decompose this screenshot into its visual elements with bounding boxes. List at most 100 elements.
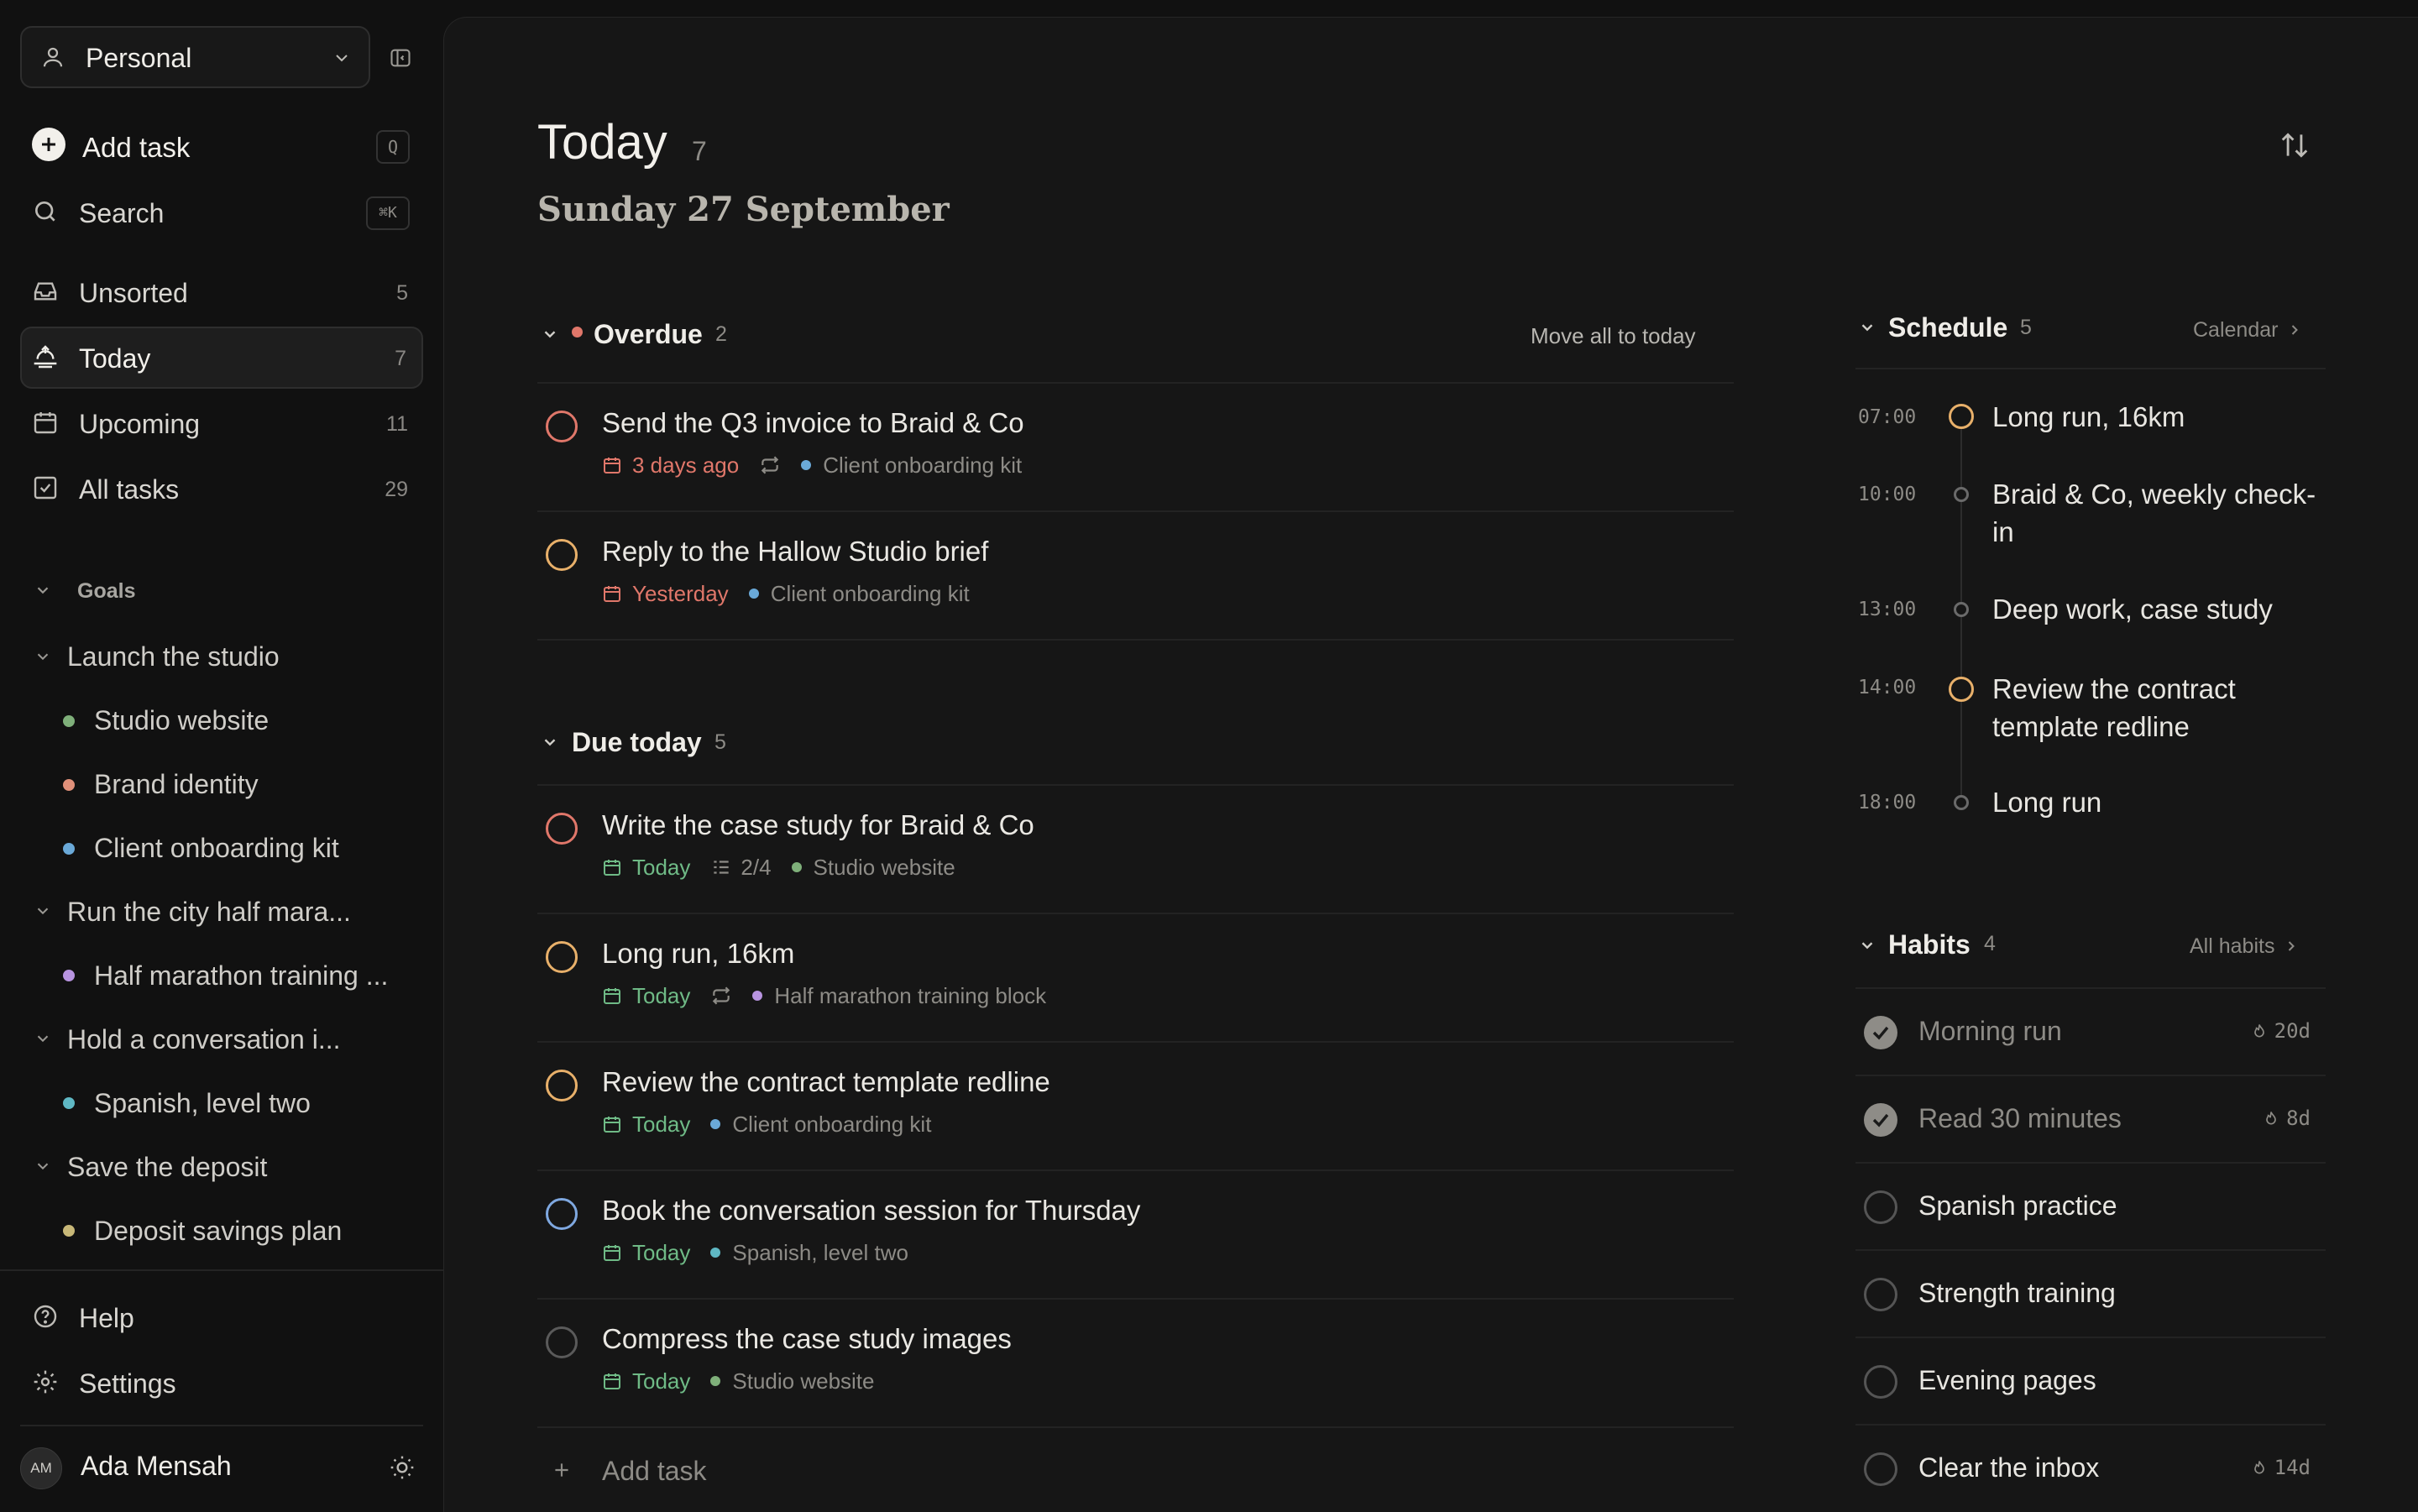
task-row[interactable]: Write the case study for Braid & Co Toda… [537, 784, 1734, 913]
due-date: 3 days ago [602, 453, 739, 479]
nav-today[interactable]: Today 7 [20, 327, 423, 389]
calendar-link[interactable]: Calendar [2193, 316, 2303, 344]
help-button[interactable]: Help [20, 1286, 423, 1348]
goal-half-marathon[interactable]: Run the city half mara... [67, 897, 351, 928]
schedule-item[interactable]: Braid & Co, weekly check-in [1992, 475, 2328, 551]
due-label: Today [632, 1368, 691, 1394]
chevron-down-icon[interactable] [1858, 318, 1876, 337]
habit-row[interactable]: Clear the inbox 14d [1855, 1424, 2326, 1511]
habit-checkbox[interactable] [1864, 1278, 1897, 1311]
sun-icon[interactable] [389, 1454, 416, 1481]
habit-row[interactable]: Strength training [1855, 1249, 2326, 1337]
project-color-dot [63, 843, 75, 855]
task-row[interactable]: Reply to the Hallow Studio brief Yesterd… [537, 510, 1734, 639]
task-meta: 3 days ago Client onboarding kit [602, 453, 1022, 478]
goal-save-deposit[interactable]: Save the deposit [67, 1152, 267, 1183]
schedule-task-node[interactable] [1949, 677, 1974, 702]
task-checkbox[interactable] [546, 539, 578, 571]
chevron-down-icon[interactable] [34, 1157, 52, 1175]
chevron-right-icon [2289, 941, 2295, 951]
due-label: Today [632, 1111, 691, 1137]
project-deposit-savings[interactable]: Deposit savings plan [94, 1216, 342, 1247]
habit-row[interactable]: Spanish practice [1855, 1162, 2326, 1249]
nav-upcoming[interactable]: Upcoming 11 [20, 392, 423, 454]
goal-conversation[interactable]: Hold a conversation i... [67, 1024, 341, 1055]
habit-checkbox[interactable] [1864, 1452, 1897, 1486]
task-checkbox[interactable] [546, 1070, 578, 1101]
task-row[interactable]: Book the conversation session for Thursd… [537, 1169, 1734, 1298]
schedule-item[interactable]: Deep work, case study [1992, 590, 2328, 628]
task-checkbox[interactable] [546, 1326, 578, 1358]
move-all-button[interactable]: Move all to today [1531, 323, 1696, 349]
habit-checkbox-checked[interactable] [1864, 1016, 1897, 1049]
schedule-item[interactable]: Long run [1992, 783, 2328, 821]
task-checkbox[interactable] [546, 1198, 578, 1230]
project-brand-identity[interactable]: Brand identity [94, 769, 259, 800]
calendar-icon [604, 586, 620, 602]
project-half-marathon-training[interactable]: Half marathon training ... [94, 960, 388, 991]
chevron-down-icon[interactable] [541, 325, 559, 343]
habit-row[interactable]: Read 30 minutes 8d [1855, 1075, 2326, 1162]
project-color-dot [791, 862, 802, 872]
chevron-down-icon[interactable] [34, 1029, 52, 1048]
settings-button[interactable]: Settings [20, 1352, 423, 1414]
habit-row[interactable]: Evening pages [1855, 1337, 2326, 1424]
habit-checkbox[interactable] [1864, 1365, 1897, 1399]
due-date: Today [602, 1112, 690, 1138]
goal-launch-studio[interactable]: Launch the studio [67, 641, 280, 672]
user-profile[interactable]: AM Ada Mensah [20, 1442, 423, 1493]
project-studio-website[interactable]: Studio website [94, 705, 269, 736]
task-checkbox[interactable] [546, 813, 578, 845]
section-count: 5 [714, 730, 726, 754]
chevron-down-icon[interactable] [1858, 936, 1876, 955]
plus-icon [32, 128, 65, 161]
calendar-icon [604, 458, 620, 473]
task-checkbox[interactable] [546, 411, 578, 442]
task-meta: Today Spanish, level two [602, 1240, 908, 1265]
due-date: Today [602, 983, 690, 1009]
streak-count: 14d [2274, 1456, 2311, 1479]
search-button[interactable]: Search ⌘K [20, 181, 423, 243]
task-title: Long run, 16km [602, 938, 795, 969]
habit-row[interactable]: Morning run 20d [1855, 987, 2326, 1075]
inline-add-task-button[interactable]: Add task [537, 1446, 1041, 1496]
task-row[interactable]: Review the contract template redline Tod… [537, 1041, 1734, 1169]
task-project: Studio website [813, 854, 955, 880]
repeat-icon [710, 985, 732, 1007]
chevron-down-icon[interactable] [34, 581, 52, 599]
chevron-down-icon[interactable] [541, 733, 559, 751]
nav-label: Unsorted [79, 278, 188, 308]
schedule-task-node[interactable] [1949, 404, 1974, 429]
task-row[interactable]: Compress the case study images Today Stu… [537, 1298, 1734, 1426]
add-task-button[interactable]: Add task Q [20, 115, 423, 177]
page-title: Today [537, 115, 667, 170]
schedule-item[interactable]: Review the contract template redline [1992, 670, 2328, 746]
calendar-icon [604, 988, 620, 1004]
habit-checkbox[interactable] [1864, 1190, 1897, 1224]
schedule-event-node [1954, 487, 1969, 502]
checkbox-icon [32, 474, 59, 501]
calendar-link-label: Calendar [2193, 317, 2279, 342]
sort-icon[interactable] [2279, 129, 2311, 161]
project-color-dot [710, 1376, 721, 1386]
nav-unsorted[interactable]: Unsorted 5 [20, 261, 423, 323]
habit-checkbox-checked[interactable] [1864, 1103, 1897, 1137]
task-project: Spanish, level two [732, 1239, 908, 1265]
task-row[interactable]: Long run, 16km Today Half marathon train… [537, 913, 1734, 1041]
nav-count: 5 [396, 281, 408, 305]
workspace-switcher[interactable]: Personal [20, 26, 370, 88]
divider [537, 1426, 1734, 1428]
nav-all-tasks[interactable]: All tasks 29 [20, 458, 423, 520]
project-client-onboarding-kit[interactable]: Client onboarding kit [94, 833, 339, 864]
subtasks-icon [714, 861, 730, 874]
chevron-down-icon[interactable] [34, 647, 52, 666]
collapse-sidebar-icon[interactable] [389, 46, 412, 70]
all-habits-link[interactable]: All habits [2190, 932, 2300, 960]
schedule-item[interactable]: Long run, 16km [1992, 398, 2328, 436]
project-spanish[interactable]: Spanish, level two [94, 1088, 311, 1119]
task-checkbox[interactable] [546, 941, 578, 973]
add-task-label: Add task [82, 132, 191, 163]
task-row[interactable]: Send the Q3 invoice to Braid & Co 3 days… [537, 382, 1734, 510]
task-meta: Today 2/4 Studio website [602, 855, 955, 880]
chevron-down-icon[interactable] [34, 902, 52, 920]
